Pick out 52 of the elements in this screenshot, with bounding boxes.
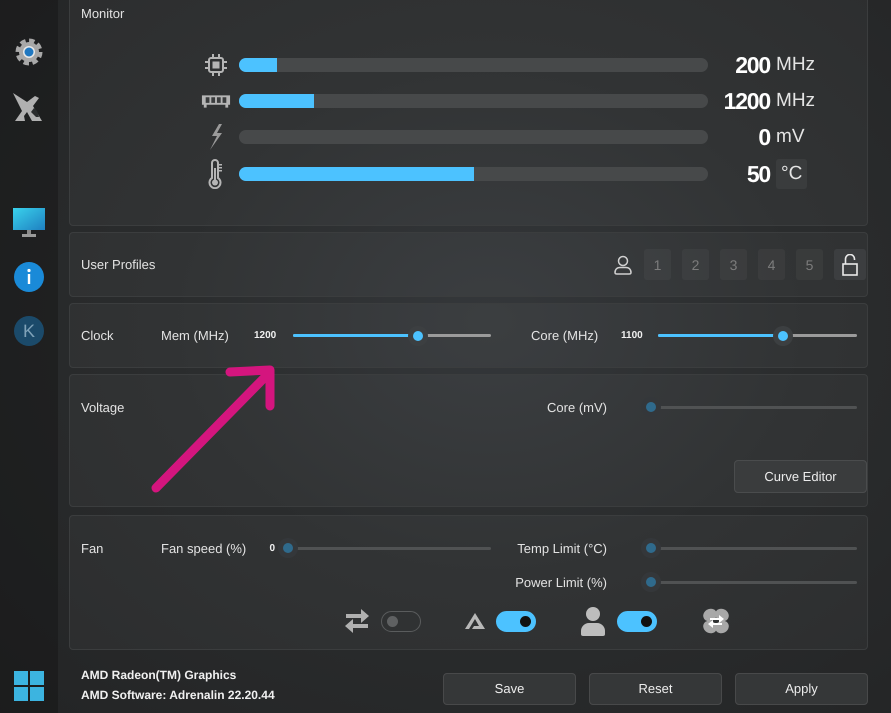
reading-value: 0 [757,124,770,150]
panel-title: Voltage [81,400,126,414]
action-button[interactable]: Apply [735,672,868,704]
reading-value: 200 [734,52,770,78]
slider-value: 0 [268,542,276,554]
action-button[interactable]: Save [443,672,576,704]
slider-label: Power Limit (%) [514,574,607,590]
settings-icon[interactable] [13,36,45,68]
slider-value: 1100 [621,330,644,341]
reading-value: 50 [746,160,770,188]
panel-title: Clock [81,328,115,343]
profile-slot[interactable]: 1 [644,249,671,280]
slider-label: Core (mV) [546,400,607,414]
profile-slot[interactable]: 5 [796,249,823,280]
curve-editor-button[interactable]: Curve Editor [734,460,867,493]
window-grid-logo-icon[interactable] [14,671,44,701]
toggle-switch[interactable] [381,610,421,632]
slider-label: Fan speed (%) [161,540,248,556]
profile-slot[interactable]: 2 [682,249,709,280]
memory-icon [201,93,231,109]
slider-value: 1200 [254,330,278,341]
toggle-switch[interactable] [617,610,657,632]
avatar[interactable]: K [14,316,44,346]
lightning-icon [209,124,223,150]
slider-label: Core (MHz) [531,328,600,343]
reading-value: 1200 [722,88,770,114]
person-outline-icon [613,254,633,274]
panel-title: Monitor [81,6,126,21]
monitor-icon[interactable] [13,208,45,238]
unit-button[interactable]: °C [776,159,808,189]
fan-icon[interactable] [701,606,731,636]
unit-label: MHz [776,90,816,112]
slider-label: Temp Limit (°C) [516,540,607,556]
unit-label: mV [776,126,804,148]
slider-label: Mem (MHz) [161,328,230,343]
product-info: AMD Radeon(TM) Graphics [81,668,238,682]
info-icon[interactable] [14,262,44,292]
toggle-switch[interactable] [496,610,536,632]
action-button[interactable]: Reset [589,672,722,704]
lock-icon [842,254,858,276]
profile-slot[interactable]: 4 [758,249,785,280]
panel-title: Fan [81,540,104,556]
person-icon [580,606,606,636]
thermometer-icon [208,159,224,189]
product-info: AMD Software: Adrenalin 22.20.44 [81,688,275,702]
chip-icon [204,53,228,77]
unit-label: MHz [776,54,816,76]
auto-letter-icon [465,613,485,629]
profile-slot[interactable]: 3 [720,249,747,280]
lock-button[interactable] [834,249,866,280]
panel-title: User Profiles [81,257,156,272]
swap-arrows-icon [344,608,370,634]
